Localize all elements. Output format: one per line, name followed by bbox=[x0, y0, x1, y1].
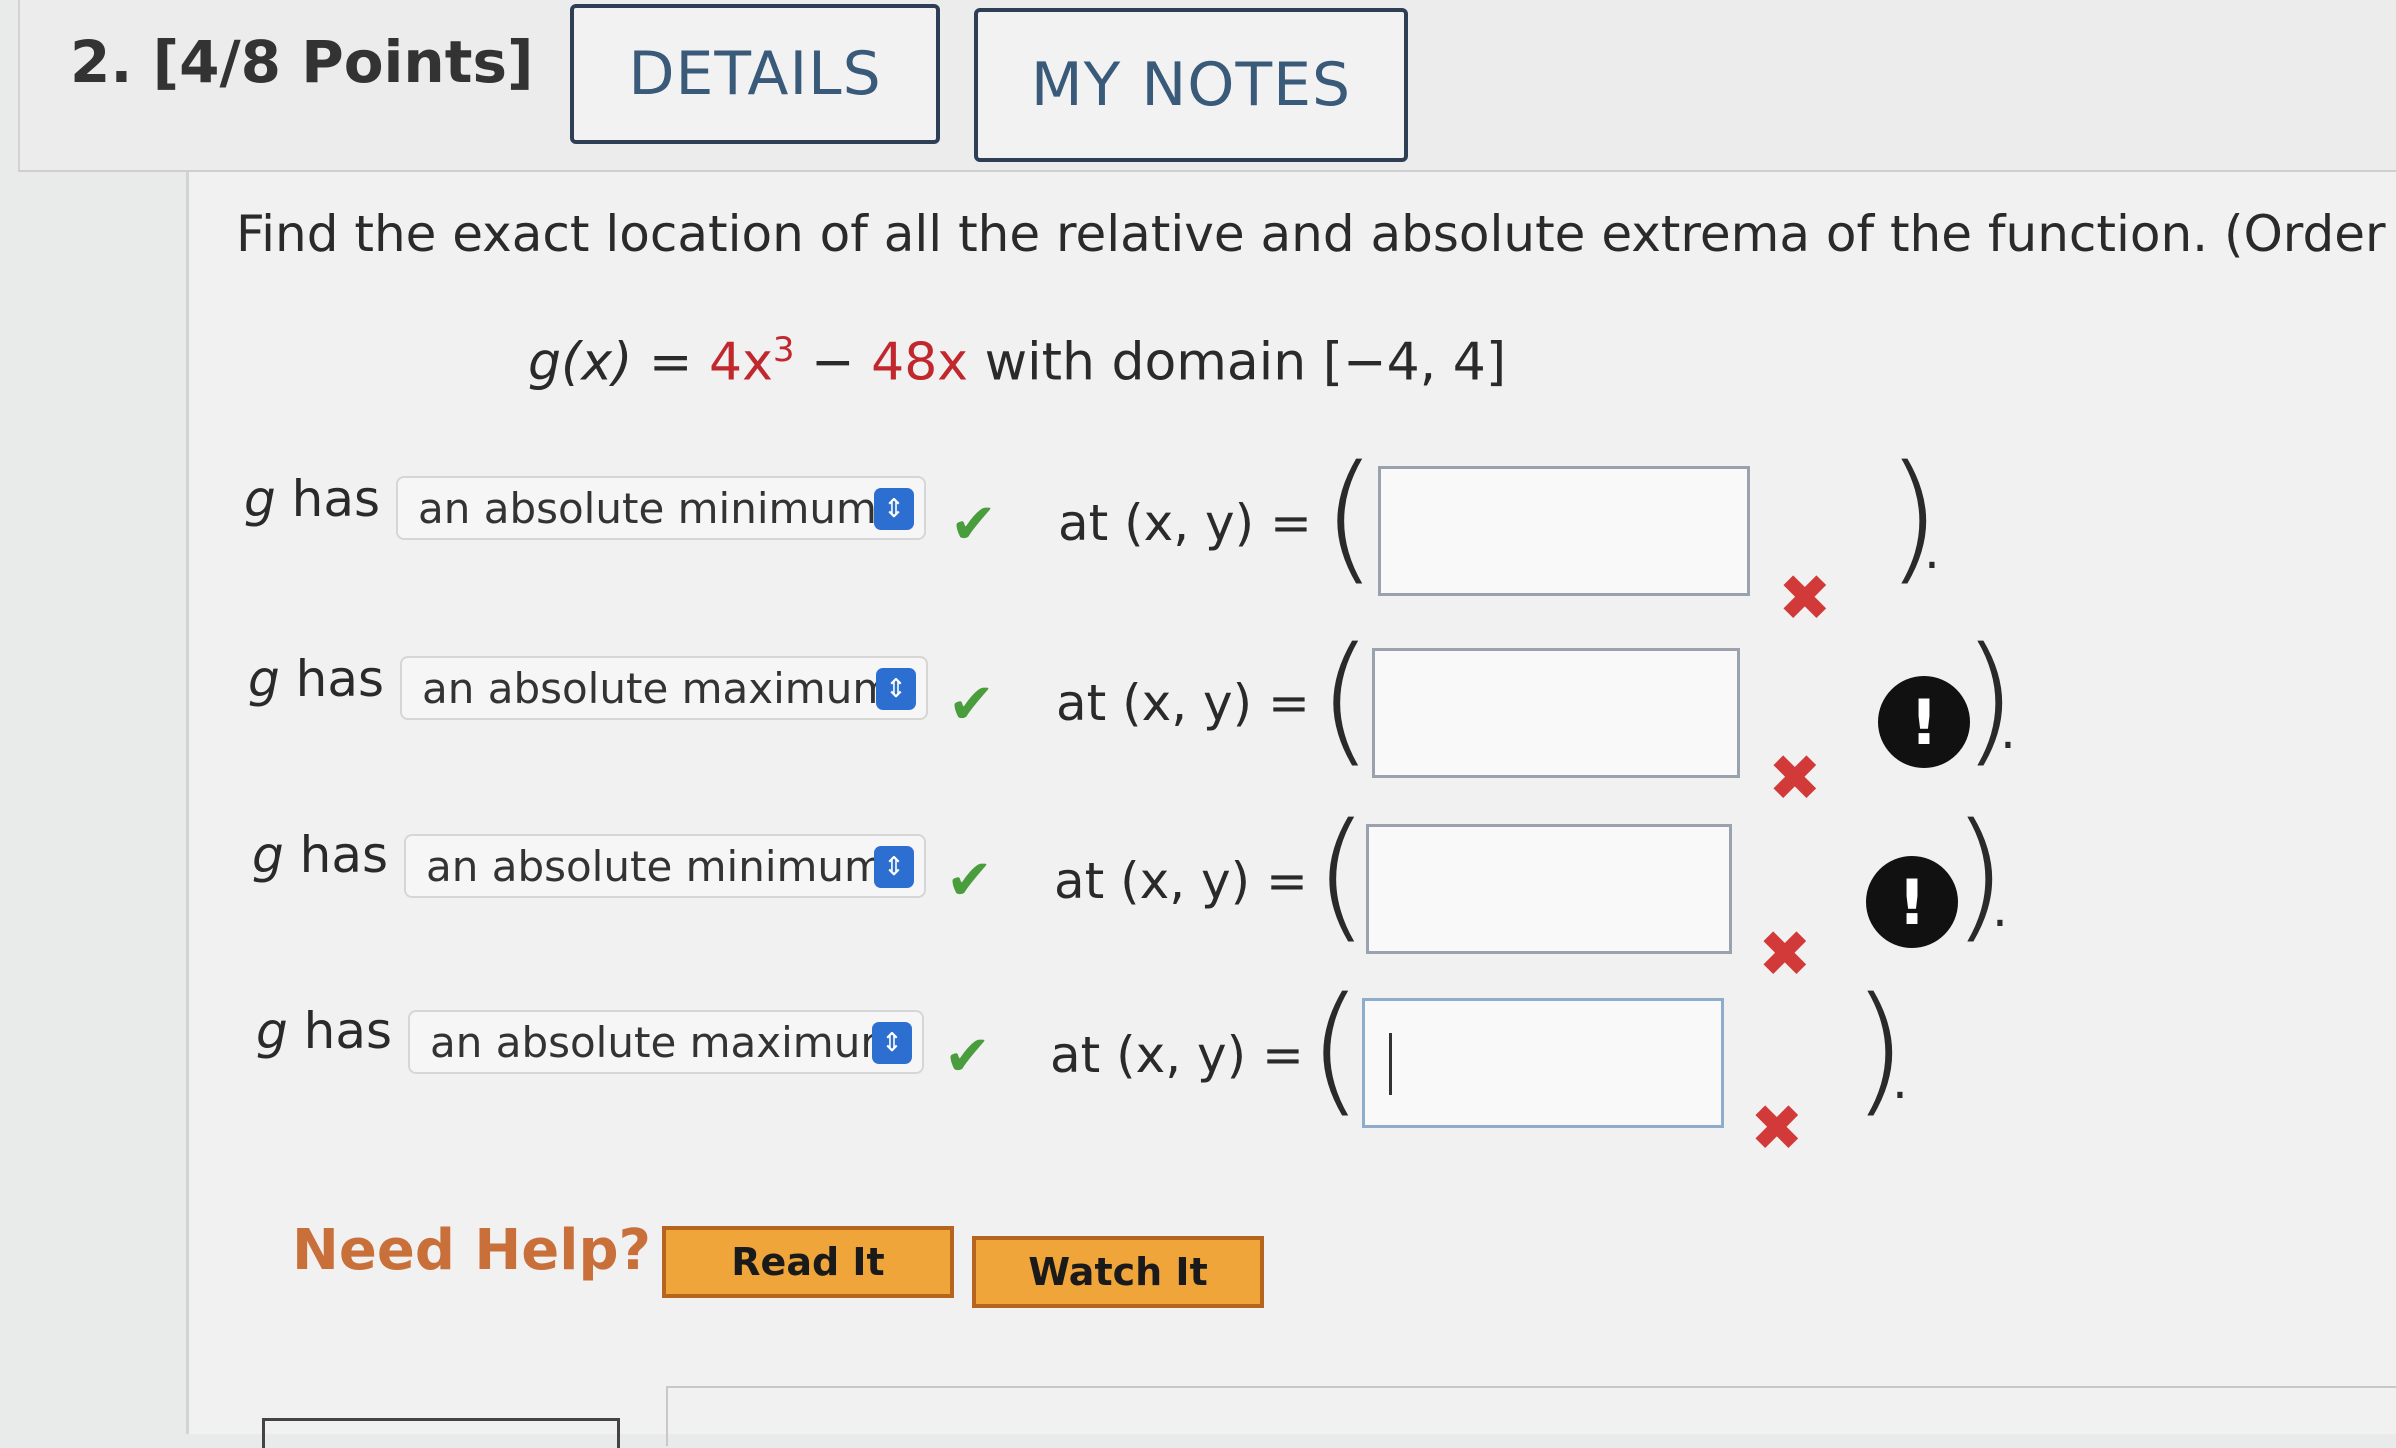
read-it-button[interactable]: Read It bbox=[662, 1226, 954, 1298]
function-domain: with domain [−4, 4] bbox=[968, 332, 1507, 393]
period: . bbox=[1924, 522, 1940, 580]
incorrect-cross-icon: ✖ bbox=[1750, 1092, 1804, 1166]
correct-check-icon: ✔ bbox=[944, 1024, 991, 1089]
selected-option: an absolute minimum bbox=[418, 483, 877, 533]
function-lhs: g(x) = bbox=[528, 332, 709, 393]
open-paren: ( bbox=[1308, 968, 1363, 1131]
at-xy-label: at (x, y) = bbox=[1058, 494, 1312, 552]
extrema-type-select-1[interactable]: an absolute minimum ⇕ bbox=[396, 476, 926, 540]
g-has-label: g has bbox=[256, 1002, 393, 1060]
open-paren: ( bbox=[1318, 618, 1373, 781]
correct-check-icon: ✔ bbox=[950, 492, 997, 557]
select-arrow-icon: ⇕ bbox=[872, 1022, 912, 1064]
function-exponent: 3 bbox=[772, 330, 795, 370]
g-has-label: g has bbox=[248, 650, 385, 708]
selected-option: an absolute minimum bbox=[426, 841, 885, 891]
extrema-type-select-2[interactable]: an absolute maximum ⇕ bbox=[400, 656, 928, 720]
alert-icon[interactable]: ! bbox=[1878, 676, 1970, 768]
coordinate-input-4[interactable] bbox=[1362, 998, 1724, 1128]
select-arrow-icon: ⇕ bbox=[874, 488, 914, 530]
coordinate-input-3[interactable] bbox=[1366, 824, 1732, 954]
period: . bbox=[1892, 1052, 1908, 1110]
text-caret bbox=[1389, 1033, 1392, 1095]
selected-option: an absolute maximum bbox=[430, 1017, 902, 1067]
function-definition: g(x) = 4x3 − 48x with domain [−4, 4] bbox=[528, 330, 1506, 392]
alert-icon[interactable]: ! bbox=[1866, 856, 1958, 948]
g-has-label: g has bbox=[244, 470, 381, 528]
selected-option: an absolute maximum bbox=[422, 663, 894, 713]
details-button[interactable]: DETAILS bbox=[570, 4, 940, 144]
need-help-label: Need Help? bbox=[292, 1218, 652, 1283]
at-xy-label: at (x, y) = bbox=[1056, 674, 1310, 732]
function-term2: 48x bbox=[871, 332, 969, 393]
open-paren: ( bbox=[1314, 794, 1369, 957]
at-xy-label: at (x, y) = bbox=[1054, 852, 1308, 910]
select-arrow-icon: ⇕ bbox=[876, 668, 916, 710]
incorrect-cross-icon: ✖ bbox=[1768, 742, 1822, 816]
extrema-type-select-4[interactable]: an absolute maximum ⇕ bbox=[408, 1010, 924, 1074]
function-minus: − bbox=[794, 332, 872, 393]
bottom-tab bbox=[262, 1418, 620, 1448]
function-term1: 4x bbox=[708, 332, 773, 393]
correct-check-icon: ✔ bbox=[948, 672, 995, 737]
correct-check-icon: ✔ bbox=[946, 848, 993, 913]
bottom-panel bbox=[666, 1386, 2396, 1446]
watch-it-button[interactable]: Watch It bbox=[972, 1236, 1264, 1308]
question-number: 2. bbox=[70, 28, 133, 96]
incorrect-cross-icon: ✖ bbox=[1778, 562, 1832, 636]
at-xy-label: at (x, y) = bbox=[1050, 1026, 1304, 1084]
question-prompt: Find the exact location of all the relat… bbox=[236, 205, 2396, 263]
period: . bbox=[2000, 702, 2016, 760]
open-paren: ( bbox=[1322, 436, 1377, 599]
question-title: 2. [4/8 Points] bbox=[70, 28, 533, 96]
incorrect-cross-icon: ✖ bbox=[1758, 918, 1812, 992]
coordinate-input-1[interactable] bbox=[1378, 466, 1750, 596]
my-notes-button[interactable]: MY NOTES bbox=[974, 8, 1408, 162]
extrema-type-select-3[interactable]: an absolute minimum ⇕ bbox=[404, 834, 926, 898]
question-points: [4/8 Points] bbox=[152, 28, 534, 96]
coordinate-input-2[interactable] bbox=[1372, 648, 1740, 778]
period: . bbox=[1992, 880, 2008, 938]
g-has-label: g has bbox=[252, 826, 389, 884]
select-arrow-icon: ⇕ bbox=[874, 846, 914, 888]
